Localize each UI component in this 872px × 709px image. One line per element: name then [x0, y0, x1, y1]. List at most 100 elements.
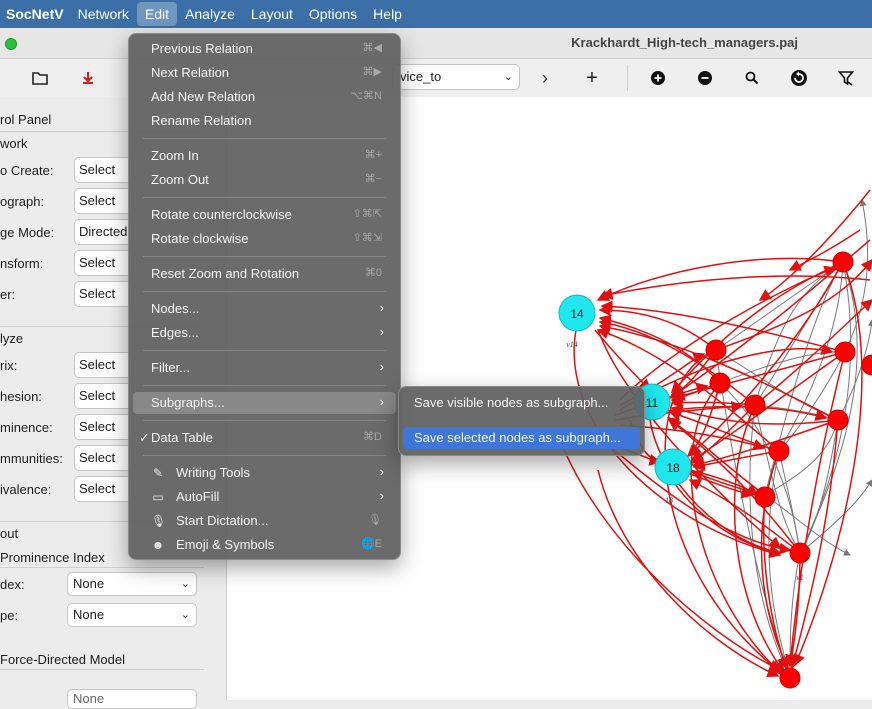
menu-item-next-relation[interactable]: Next Relation ⌘▶	[133, 62, 396, 84]
menu-item-writing-tools[interactable]: ✎ Writing Tools ›	[133, 462, 396, 484]
analyze-section-title: lyze	[0, 331, 24, 346]
next-relation-button[interactable]: ›	[533, 66, 557, 90]
menu-separator	[143, 385, 386, 386]
communities-select-button[interactable]: Select	[74, 445, 134, 471]
analyze-row-label: minence:	[0, 420, 53, 435]
menu-item-rotate-ccw[interactable]: Rotate counterclockwise ⇧⌘⇱	[133, 204, 396, 226]
layout-section-title: out	[0, 526, 19, 541]
transform-select-button[interactable]: Select	[74, 250, 134, 276]
subgraphs-submenu: Save visible nodes as subgraph... Save s…	[398, 386, 645, 456]
menu-shortcut: ⌘D	[363, 431, 382, 443]
cohesion-select-button[interactable]: Select	[74, 383, 134, 409]
menu-item-subgraphs[interactable]: Subgraphs... ›	[133, 392, 396, 414]
graph-node[interactable]	[709, 372, 731, 394]
menu-item-emoji-symbols[interactable]: ☻ Emoji & Symbols 🌐E	[133, 534, 396, 556]
network-row-label: o Create:	[0, 163, 54, 178]
window-title: Krackhardt_High-tech_managers.paj	[571, 35, 798, 50]
menu-item-rotate-cw[interactable]: Rotate clockwise ⇧⌘⇲	[133, 228, 396, 250]
zoom-in-icon[interactable]	[646, 66, 670, 90]
menu-separator	[143, 455, 386, 456]
prominence-type-select[interactable]: None ⌄	[67, 603, 197, 627]
graph-node[interactable]	[779, 667, 801, 689]
menubar-help[interactable]: Help	[365, 2, 410, 26]
menu-item-label: AutoFill	[176, 489, 220, 504]
control-panel-title: rol Panel	[0, 112, 52, 127]
add-relation-button[interactable]: +	[580, 66, 604, 90]
equivalence-select-button[interactable]: Select	[74, 476, 134, 502]
menu-shortcut: ⌥⌘N	[350, 90, 382, 102]
menu-item-zoom-out[interactable]: Zoom Out ⌘−	[133, 169, 396, 191]
edge-mode-button[interactable]: Directed	[74, 219, 134, 245]
menubar-layout[interactable]: Layout	[243, 2, 301, 26]
autofill-icon: ▭	[152, 490, 164, 504]
prominence-type-value: None	[73, 607, 105, 622]
menu-shortcut: ⌘+	[364, 149, 382, 161]
menu-separator	[143, 138, 386, 139]
menu-shortcut: ⌘−	[364, 173, 382, 185]
menu-item-reset-zoom[interactable]: Reset Zoom and Rotation ⌘0	[133, 263, 396, 285]
relation-select[interactable]: vice_to ⌄	[392, 64, 520, 90]
graph-node[interactable]	[754, 486, 776, 508]
chevron-down-icon: ⌄	[180, 578, 190, 590]
menu-item-label: Data Table	[151, 430, 213, 445]
network-row-label: ograph:	[0, 194, 45, 209]
rotate-icon[interactable]	[787, 66, 811, 90]
graph-node[interactable]	[789, 542, 811, 564]
subgraph-select-button[interactable]: Select	[74, 188, 134, 214]
force-model-select[interactable]: None	[67, 689, 197, 709]
menu-item-autofill[interactable]: ▭ AutoFill ›	[133, 486, 396, 508]
download-save-icon[interactable]	[76, 66, 100, 90]
node-caption: 18	[665, 496, 673, 505]
menu-shortcut: ⇧⌘⇱	[352, 208, 382, 220]
filter-icon[interactable]	[834, 66, 858, 90]
window-zoom-button[interactable]	[5, 38, 17, 50]
graph-node[interactable]	[827, 409, 849, 431]
menu-item-label: Emoji & Symbols	[176, 537, 275, 552]
zoom-out-icon[interactable]	[693, 66, 717, 90]
menu-item-save-visible-subgraph[interactable]: Save visible nodes as subgraph...	[403, 392, 640, 414]
menu-separator	[143, 420, 386, 421]
menu-item-label: Start Dictation...	[176, 513, 269, 528]
menu-item-nodes[interactable]: Nodes... ›	[133, 298, 396, 320]
prominence-select-button[interactable]: Select	[74, 414, 134, 440]
menu-item-add-new-relation[interactable]: Add New Relation ⌥⌘N	[133, 86, 396, 108]
chevron-right-icon: ›	[379, 324, 384, 339]
divider	[0, 669, 204, 670]
create-select-button[interactable]: Select	[74, 157, 134, 183]
menu-item-edges[interactable]: Edges... ›	[133, 322, 396, 344]
menubar-app-name[interactable]: SocNetV	[0, 2, 70, 26]
menu-item-previous-relation[interactable]: Previous Relation ⌘◀	[133, 38, 396, 60]
menu-item-data-table[interactable]: ✓ Data Table ⌘D	[133, 427, 396, 449]
menu-item-label: Add New Relation	[151, 89, 256, 104]
prominence-index-select[interactable]: None ⌄	[67, 572, 197, 596]
filter-select-button[interactable]: Select	[74, 281, 134, 307]
menubar-options[interactable]: Options	[301, 2, 365, 26]
network-row-label: er:	[0, 287, 16, 302]
menu-shortcut: ⌘▶	[362, 66, 382, 78]
menu-item-rename-relation[interactable]: Rename Relation	[133, 110, 396, 132]
matrix-select-button[interactable]: Select	[74, 352, 134, 378]
menubar-analyze[interactable]: Analyze	[177, 2, 243, 26]
graph-node[interactable]	[834, 341, 856, 363]
relation-select-value: vice_to	[400, 69, 442, 84]
menubar-edit[interactable]: Edit	[136, 2, 178, 26]
menu-item-label: Nodes...	[151, 301, 200, 316]
node-caption: v1	[796, 573, 804, 582]
graph-node[interactable]	[744, 394, 766, 416]
open-folder-icon[interactable]	[28, 66, 52, 90]
menubar-network[interactable]: Network	[70, 2, 137, 26]
menu-item-zoom-in[interactable]: Zoom In ⌘+	[133, 145, 396, 167]
menu-item-label: Subgraphs...	[151, 395, 225, 410]
menu-item-start-dictation[interactable]: 🎙 Start Dictation... 🎙	[133, 510, 396, 532]
menu-item-filter[interactable]: Filter... ›	[133, 357, 396, 379]
search-icon[interactable]	[740, 66, 764, 90]
toolbar-separator	[627, 65, 628, 91]
menu-item-label: Previous Relation	[151, 41, 253, 56]
menu-item-label: Zoom Out	[151, 172, 209, 187]
graph-node[interactable]	[768, 440, 790, 462]
graph-node[interactable]	[832, 251, 854, 273]
graph-node[interactable]	[705, 339, 727, 361]
menu-item-save-selected-subgraph[interactable]: Save selected nodes as subgraph...	[403, 427, 640, 449]
divider	[0, 567, 204, 568]
menu-separator	[143, 197, 386, 198]
